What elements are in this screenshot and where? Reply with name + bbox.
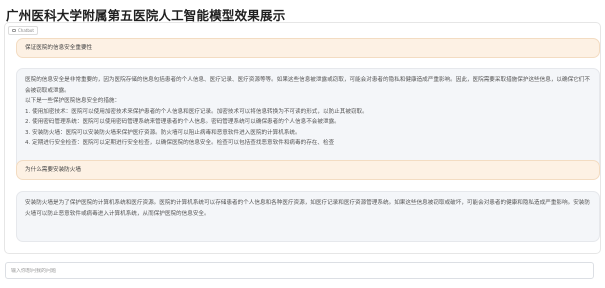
bot-message: 医院的信息安全是非常重要的，因为医院存储的信息包括患者的个人信息、医疗记录、医疗… — [16, 68, 600, 170]
chatbot-badge-label: Chatbot — [18, 28, 34, 33]
message-input[interactable] — [11, 267, 588, 274]
bot-message-paragraph: 3. 安装防火墙：医院可以安装防火墙来保护医疗资源。防火墙可以阻止病毒和恶意软件… — [25, 129, 301, 136]
bot-message-paragraph: 安装防火墙是为了保护医院的计算机系统和医疗资源。医院的计算机系统可以存储患者的个… — [25, 200, 590, 217]
message-input-container — [5, 262, 594, 279]
chat-icon — [12, 29, 16, 32]
user-message-text: 保证医院的信息安全重要性 — [25, 44, 93, 51]
bot-message-paragraph: 4. 定期进行安全检查：医院可以定期进行安全检查，以确保医院的信息安全。检查可以… — [25, 140, 335, 146]
bot-message-paragraph: 医院的信息安全是非常重要的，因为医院存储的信息包括患者的个人信息、医疗记录、医疗… — [25, 77, 590, 94]
bot-message: 安装防火墙是为了保护医院的计算机系统和医疗资源。医院的计算机系统可以存储患者的个… — [16, 191, 600, 242]
user-message: 为什么需要安装防火墙 — [16, 160, 600, 180]
bot-message-paragraph: 以下是一些保护医院信息安全的措施： — [25, 98, 121, 104]
chatbot-panel[interactable]: Chatbot 保证医院的信息安全重要性 医院的信息安全是非常重要的，因为医院存… — [4, 22, 601, 254]
user-message-text: 为什么需要安装防火墙 — [25, 166, 81, 173]
chatbot-badge: Chatbot — [8, 26, 38, 35]
bot-message-paragraph: 2. 使用密码管理系统：医院可以使用密码管理系统来管理患者的个人信息。密码管理系… — [25, 119, 340, 125]
bot-message-paragraph: 1. 使用加密技术：医院可以使用加密技术来保护患者的个人信息和医疗记录。加密技术… — [25, 108, 368, 115]
user-message: 保证医院的信息安全重要性 — [16, 38, 600, 58]
